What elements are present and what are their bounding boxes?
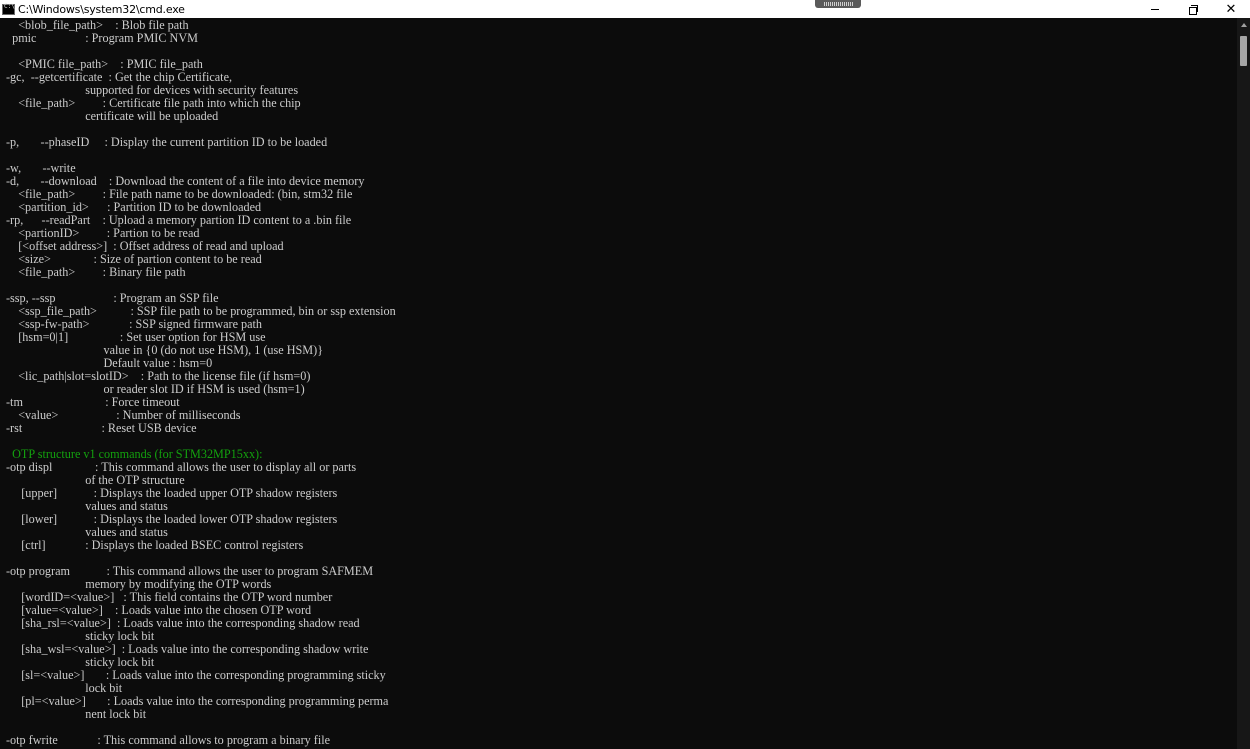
cmd-icon[interactable] — [2, 3, 15, 15]
scroll-thumb[interactable] — [1240, 36, 1247, 66]
vertical-scrollbar[interactable] — [1237, 18, 1250, 749]
console-line: [sl=<value>] : Loads value into the corr… — [6, 668, 386, 682]
console-line: pmic : Program PMIC NVM — [6, 31, 198, 45]
console-line: -otp displ : This command allows the use… — [6, 460, 357, 474]
scroll-up-arrow-icon[interactable] — [1237, 18, 1250, 31]
console-line: [pl=<value>] : Loads value into the corr… — [6, 694, 389, 708]
close-icon: ✕ — [1225, 1, 1237, 17]
console-output[interactable]: <blob_file_path> : Blob file path pmic :… — [0, 18, 1237, 749]
console-line: [sha_wsl=<value>] : Loads value into the… — [6, 642, 369, 656]
drag-handle-icon[interactable] — [815, 0, 861, 8]
close-button[interactable]: ✕ — [1213, 0, 1249, 18]
console-line: -rst : Reset USB device — [6, 421, 197, 435]
console-line: [lower] : Displays the loaded lower OTP … — [6, 512, 338, 526]
minimize-icon — [1151, 8, 1159, 10]
console-line: or reader slot ID if HSM is used (hsm=1) — [6, 382, 305, 396]
window-title: C:\Windows\system32\cmd.exe — [18, 2, 185, 16]
console-line: certificate will be uploaded — [6, 109, 219, 123]
console-line: <size> : Size of partion content to be r… — [6, 252, 262, 266]
minimize-button[interactable] — [1137, 0, 1173, 18]
title-bar[interactable]: C:\Windows\system32\cmd.exe ✕ — [0, 0, 1250, 18]
console-line: -p, --phaseID : Display the current part… — [6, 135, 328, 149]
restore-icon — [1189, 5, 1198, 15]
restore-button[interactable] — [1175, 0, 1211, 18]
cmd-window: C:\Windows\system32\cmd.exe ✕ <blob_file… — [0, 0, 1250, 749]
console-line: <file_path> : Binary file path — [6, 265, 186, 279]
console-line: -otp fwrite : This command allows to pro… — [6, 733, 331, 747]
console-line: [ctrl] : Displays the loaded BSEC contro… — [6, 538, 304, 552]
console-line: [sha_rsl=<value>] : Loads value into the… — [6, 616, 360, 630]
console-line: [upper] : Displays the loaded upper OTP … — [6, 486, 338, 500]
console-line: nent lock bit — [6, 707, 147, 721]
